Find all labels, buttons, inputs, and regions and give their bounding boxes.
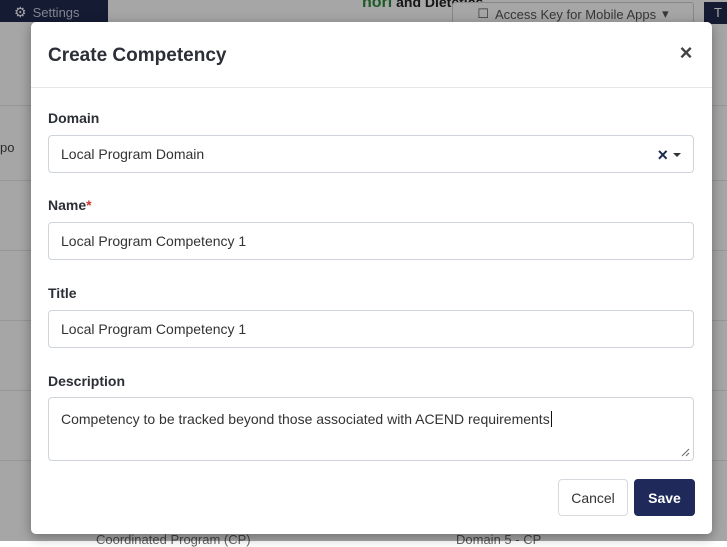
resize-handle-icon[interactable] (680, 447, 690, 457)
save-button[interactable]: Save (634, 479, 695, 516)
title-input-value: Local Program Competency 1 (61, 321, 247, 337)
chevron-down-icon[interactable] (673, 153, 681, 157)
description-textarea[interactable]: Competency to be tracked beyond those as… (48, 397, 694, 461)
title-label: Title (48, 285, 77, 301)
text-cursor (550, 411, 552, 427)
description-text: Competency to be tracked beyond those as… (61, 411, 550, 427)
cancel-button[interactable]: Cancel (558, 479, 628, 516)
domain-select-value: Local Program Domain (61, 146, 205, 162)
title-input[interactable]: Local Program Competency 1 (48, 310, 694, 348)
close-button[interactable]: × (676, 41, 696, 65)
name-input[interactable]: Local Program Competency 1 (48, 222, 694, 260)
name-label: Name* (48, 197, 92, 213)
name-input-value: Local Program Competency 1 (61, 233, 247, 249)
name-label-text: Name (48, 197, 87, 213)
create-competency-dialog: Create Competency × Domain Local Program… (31, 22, 712, 534)
modal-header: Create Competency × (31, 22, 712, 88)
modal-title: Create Competency (48, 45, 227, 66)
clear-selection-icon[interactable]: × (657, 145, 668, 166)
domain-select-controls: × (657, 136, 681, 174)
domain-label: Domain (48, 110, 100, 126)
domain-select[interactable]: Local Program Domain × (48, 135, 694, 173)
required-indicator: * (86, 197, 92, 213)
description-label: Description (48, 373, 126, 389)
close-icon: × (679, 40, 693, 65)
